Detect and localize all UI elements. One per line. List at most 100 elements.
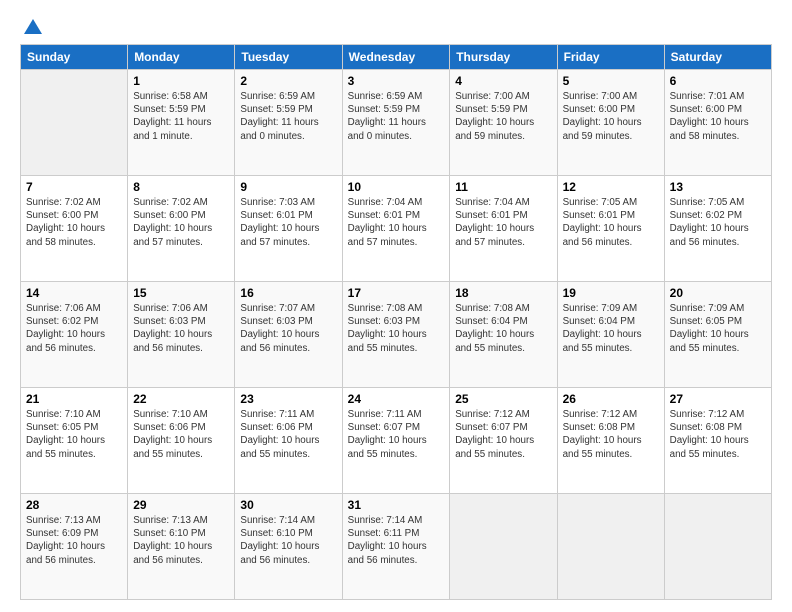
calendar-table: SundayMondayTuesdayWednesdayThursdayFrid… xyxy=(20,44,772,600)
day-info: Sunrise: 7:14 AM Sunset: 6:10 PM Dayligh… xyxy=(240,514,336,567)
day-number: 19 xyxy=(563,286,659,300)
day-number: 23 xyxy=(240,392,336,406)
weekday-header-friday: Friday xyxy=(557,45,664,70)
calendar-cell: 6Sunrise: 7:01 AM Sunset: 6:00 PM Daylig… xyxy=(664,70,771,176)
day-info: Sunrise: 7:06 AM Sunset: 6:03 PM Dayligh… xyxy=(133,302,229,355)
day-number: 5 xyxy=(563,74,659,88)
day-number: 18 xyxy=(455,286,551,300)
day-number: 20 xyxy=(670,286,766,300)
day-number: 7 xyxy=(26,180,122,194)
day-info: Sunrise: 7:09 AM Sunset: 6:04 PM Dayligh… xyxy=(563,302,659,355)
weekday-header-thursday: Thursday xyxy=(450,45,557,70)
calendar-cell: 19 Sunrise: 7:09 AM Sunset: 6:04 PM Dayli… xyxy=(557,282,664,388)
day-number: 11 xyxy=(455,180,551,194)
week-row-1: 7 Sunrise: 7:02 AM Sunset: 6:00 PM Daylig… xyxy=(21,176,772,282)
calendar-cell: 9Sunrise: 7:03 AM Sunset: 6:01 PM Daylig… xyxy=(235,176,342,282)
calendar-cell: 29Sunrise: 7:13 AM Sunset: 6:10 PM Dayli… xyxy=(128,494,235,600)
day-info: Sunrise: 7:00 AM Sunset: 5:59 PM Dayligh… xyxy=(455,90,551,143)
day-info: Sunrise: 7:06 AM Sunset: 6:02 PM Dayligh… xyxy=(26,302,122,355)
logo-icon xyxy=(22,16,44,38)
calendar-cell: 22 Sunrise: 7:10 AM Sunset: 6:06 PM Dayli… xyxy=(128,388,235,494)
day-number: 16 xyxy=(240,286,336,300)
day-info: Sunrise: 7:04 AM Sunset: 6:01 PM Dayligh… xyxy=(455,196,551,249)
calendar-cell xyxy=(557,494,664,600)
day-info: Sunrise: 6:59 AM Sunset: 5:59 PM Dayligh… xyxy=(240,90,336,143)
calendar-cell: 4 Sunrise: 7:00 AM Sunset: 5:59 PM Daylig… xyxy=(450,70,557,176)
day-info: Sunrise: 7:12 AM Sunset: 6:08 PM Dayligh… xyxy=(563,408,659,461)
day-info: Sunrise: 7:13 AM Sunset: 6:09 PM Dayligh… xyxy=(26,514,122,567)
weekday-header-row: SundayMondayTuesdayWednesdayThursdayFrid… xyxy=(21,45,772,70)
calendar-cell: 28 Sunrise: 7:13 AM Sunset: 6:09 PM Dayli… xyxy=(21,494,128,600)
day-number: 30 xyxy=(240,498,336,512)
week-row-2: 14 Sunrise: 7:06 AM Sunset: 6:02 PM Dayli… xyxy=(21,282,772,388)
weekday-header-sunday: Sunday xyxy=(21,45,128,70)
day-number: 12 xyxy=(563,180,659,194)
calendar-cell: 1 Sunrise: 6:58 AM Sunset: 5:59 PM Daylig… xyxy=(128,70,235,176)
calendar-cell: 12Sunrise: 7:05 AM Sunset: 6:01 PM Dayli… xyxy=(557,176,664,282)
day-number: 21 xyxy=(26,392,122,406)
calendar-cell: 5 Sunrise: 7:00 AM Sunset: 6:00 PM Daylig… xyxy=(557,70,664,176)
day-number: 17 xyxy=(348,286,445,300)
day-info: Sunrise: 7:10 AM Sunset: 6:06 PM Dayligh… xyxy=(133,408,229,461)
calendar-cell xyxy=(450,494,557,600)
week-row-3: 21Sunrise: 7:10 AM Sunset: 6:05 PM Dayli… xyxy=(21,388,772,494)
day-number: 14 xyxy=(26,286,122,300)
day-number: 27 xyxy=(670,392,766,406)
weekday-header-wednesday: Wednesday xyxy=(342,45,450,70)
day-info: Sunrise: 7:12 AM Sunset: 6:07 PM Dayligh… xyxy=(455,408,551,461)
calendar-cell: 27Sunrise: 7:12 AM Sunset: 6:08 PM Dayli… xyxy=(664,388,771,494)
calendar-cell: 15 Sunrise: 7:06 AM Sunset: 6:03 PM Dayli… xyxy=(128,282,235,388)
day-number: 10 xyxy=(348,180,445,194)
calendar-cell: 31Sunrise: 7:14 AM Sunset: 6:11 PM Dayli… xyxy=(342,494,450,600)
calendar-cell: 24 Sunrise: 7:11 AM Sunset: 6:07 PM Dayli… xyxy=(342,388,450,494)
day-number: 26 xyxy=(563,392,659,406)
calendar-cell: 26 Sunrise: 7:12 AM Sunset: 6:08 PM Dayli… xyxy=(557,388,664,494)
calendar-cell: 10 Sunrise: 7:04 AM Sunset: 6:01 PM Dayli… xyxy=(342,176,450,282)
calendar-cell xyxy=(21,70,128,176)
day-number: 22 xyxy=(133,392,229,406)
day-info: Sunrise: 7:11 AM Sunset: 6:07 PM Dayligh… xyxy=(348,408,445,461)
day-info: Sunrise: 7:13 AM Sunset: 6:10 PM Dayligh… xyxy=(133,514,229,567)
calendar-cell: 21Sunrise: 7:10 AM Sunset: 6:05 PM Dayli… xyxy=(21,388,128,494)
day-info: Sunrise: 7:05 AM Sunset: 6:02 PM Dayligh… xyxy=(670,196,766,249)
calendar-cell: 14 Sunrise: 7:06 AM Sunset: 6:02 PM Dayli… xyxy=(21,282,128,388)
day-number: 13 xyxy=(670,180,766,194)
day-info: Sunrise: 6:58 AM Sunset: 5:59 PM Dayligh… xyxy=(133,90,229,143)
day-number: 28 xyxy=(26,498,122,512)
week-row-4: 28 Sunrise: 7:13 AM Sunset: 6:09 PM Dayli… xyxy=(21,494,772,600)
calendar-cell: 2 Sunrise: 6:59 AM Sunset: 5:59 PM Daylig… xyxy=(235,70,342,176)
calendar-cell: 16Sunrise: 7:07 AM Sunset: 6:03 PM Dayli… xyxy=(235,282,342,388)
day-info: Sunrise: 7:00 AM Sunset: 6:00 PM Dayligh… xyxy=(563,90,659,143)
day-info: Sunrise: 7:08 AM Sunset: 6:04 PM Dayligh… xyxy=(455,302,551,355)
calendar-cell: 13 Sunrise: 7:05 AM Sunset: 6:02 PM Dayli… xyxy=(664,176,771,282)
day-info: Sunrise: 7:09 AM Sunset: 6:05 PM Dayligh… xyxy=(670,302,766,355)
calendar-cell: 30 Sunrise: 7:14 AM Sunset: 6:10 PM Dayli… xyxy=(235,494,342,600)
calendar-cell: 25 Sunrise: 7:12 AM Sunset: 6:07 PM Dayli… xyxy=(450,388,557,494)
day-info: Sunrise: 7:01 AM Sunset: 6:00 PM Dayligh… xyxy=(670,90,766,143)
day-info: Sunrise: 7:11 AM Sunset: 6:06 PM Dayligh… xyxy=(240,408,336,461)
page: SundayMondayTuesdayWednesdayThursdayFrid… xyxy=(0,0,792,612)
weekday-header-tuesday: Tuesday xyxy=(235,45,342,70)
day-number: 4 xyxy=(455,74,551,88)
calendar-cell: 7Sunrise: 7:02 AM Sunset: 6:00 PM Daylig… xyxy=(21,176,128,282)
day-number: 24 xyxy=(348,392,445,406)
calendar-cell: 23 Sunrise: 7:11 AM Sunset: 6:06 PM Dayli… xyxy=(235,388,342,494)
day-number: 1 xyxy=(133,74,229,88)
header xyxy=(20,16,772,36)
day-number: 15 xyxy=(133,286,229,300)
day-number: 25 xyxy=(455,392,551,406)
calendar-cell: 20 Sunrise: 7:09 AM Sunset: 6:05 PM Dayli… xyxy=(664,282,771,388)
calendar-cell: 8 Sunrise: 7:02 AM Sunset: 6:00 PM Daylig… xyxy=(128,176,235,282)
week-row-0: 1 Sunrise: 6:58 AM Sunset: 5:59 PM Daylig… xyxy=(21,70,772,176)
weekday-header-saturday: Saturday xyxy=(664,45,771,70)
logo xyxy=(20,16,44,36)
day-number: 3 xyxy=(348,74,445,88)
day-info: Sunrise: 7:04 AM Sunset: 6:01 PM Dayligh… xyxy=(348,196,445,249)
day-number: 2 xyxy=(240,74,336,88)
day-info: Sunrise: 6:59 AM Sunset: 5:59 PM Dayligh… xyxy=(348,90,445,143)
day-number: 9 xyxy=(240,180,336,194)
weekday-header-monday: Monday xyxy=(128,45,235,70)
calendar-cell: 18 Sunrise: 7:08 AM Sunset: 6:04 PM Dayli… xyxy=(450,282,557,388)
day-info: Sunrise: 7:02 AM Sunset: 6:00 PM Dayligh… xyxy=(133,196,229,249)
day-number: 8 xyxy=(133,180,229,194)
